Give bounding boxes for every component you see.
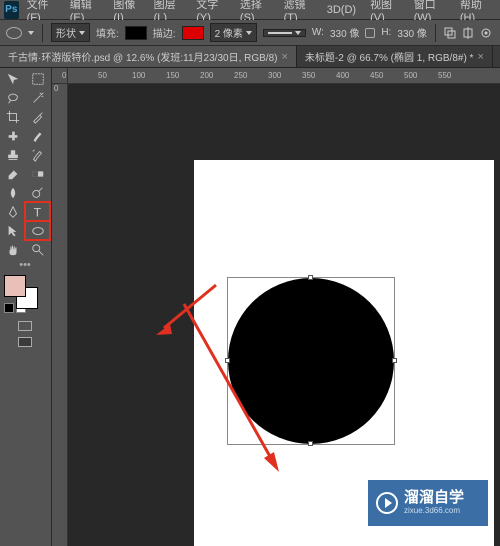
link-icon[interactable] (365, 28, 375, 38)
dodge-tool[interactable] (25, 183, 50, 202)
separator (435, 24, 436, 42)
close-icon[interactable]: × (281, 51, 287, 63)
ruler-tick: 150 (166, 71, 179, 80)
align-icon[interactable] (462, 27, 474, 39)
tool-mode-select[interactable]: 形状 (51, 23, 90, 42)
color-swatches[interactable] (0, 271, 50, 301)
ruler-tick: 450 (370, 71, 383, 80)
line-icon (268, 32, 292, 34)
gradient-tool[interactable] (25, 164, 50, 183)
transform-handle[interactable] (392, 358, 397, 363)
tab-label: 未标题-2 @ 66.7% (椭圆 1, RGB/8#) * (305, 49, 474, 64)
gear-icon[interactable] (480, 27, 492, 39)
transform-handle[interactable] (308, 441, 313, 446)
screen-mode-toggle[interactable] (0, 335, 50, 349)
vertical-ruler[interactable]: 0 (52, 84, 68, 546)
menu-3d[interactable]: 3D(D) (321, 2, 362, 18)
menubar: Ps 文件(F) 编辑(E) 图像(I) 图层(L) 文字(Y) 选择(S) 滤… (0, 0, 500, 20)
ruler-tick: 400 (336, 71, 349, 80)
width-value[interactable]: 330 像 (330, 25, 359, 40)
lasso-tool[interactable] (0, 88, 25, 107)
document-tab[interactable]: 未标题-2 @ 66.7% (椭圆 1, RGB/8#) * × (297, 46, 493, 67)
document-tab[interactable]: 千古情·环游版特价.psd @ 12.6% (发班:11月23/30日, RGB… (0, 46, 297, 67)
ruler-tick: 350 (302, 71, 315, 80)
edit-toolbar[interactable]: ••• (0, 259, 50, 271)
marquee-tool[interactable] (25, 69, 50, 88)
tool-mode-label: 形状 (56, 25, 76, 40)
chevron-down-icon (246, 31, 252, 35)
eyedropper-tool[interactable] (25, 107, 50, 126)
canvas[interactable]: 溜溜自学 zixue.3d66.com (68, 84, 500, 546)
watermark: 溜溜自学 zixue.3d66.com (368, 480, 488, 526)
stamp-tool[interactable] (0, 145, 25, 164)
fill-label: 填充: (96, 25, 119, 40)
ruler-tick: 50 (98, 71, 107, 80)
watermark-title: 溜溜自学 (404, 490, 464, 507)
shape-preset-dropdown-icon[interactable] (28, 31, 34, 35)
crop-tool[interactable] (0, 107, 25, 126)
quickmask-toggle[interactable] (0, 317, 50, 335)
ruler-tick: 500 (404, 71, 417, 80)
svg-text:T: T (33, 205, 41, 219)
fill-swatch[interactable] (125, 26, 147, 40)
pathops-icon[interactable] (444, 27, 456, 39)
play-icon (376, 492, 398, 514)
document-tabs: 千古情·环游版特价.psd @ 12.6% (发班:11月23/30日, RGB… (0, 46, 500, 68)
stroke-width-input[interactable]: 2 像素 (210, 23, 257, 42)
transform-handle[interactable] (308, 275, 313, 280)
height-label: H: (381, 27, 391, 38)
ruler-tick: 300 (268, 71, 281, 80)
stroke-swatch[interactable] (182, 26, 204, 40)
ruler-tick: 200 (200, 71, 213, 80)
brush-tool[interactable] (25, 126, 50, 145)
wand-tool[interactable] (25, 88, 50, 107)
watermark-url: zixue.3d66.com (404, 507, 464, 516)
workspace: T ••• 0 50 100 150 200 (0, 68, 500, 546)
stroke-width-value: 2 像素 (215, 25, 243, 40)
ruler-tick: 0 (62, 71, 66, 80)
foreground-swatch[interactable] (4, 275, 26, 297)
heal-tool[interactable] (0, 126, 25, 145)
stroke-label: 描边: (153, 25, 176, 40)
tab-label: 千古情·环游版特价.psd @ 12.6% (发班:11月23/30日, RGB… (8, 49, 277, 64)
hand-tool[interactable] (0, 240, 25, 259)
eraser-tool[interactable] (0, 164, 25, 183)
width-label: W: (312, 27, 324, 38)
canvas-wrap: 0 50 100 150 200 250 300 350 400 450 500… (52, 68, 500, 546)
ruler-tick: 550 (438, 71, 451, 80)
ellipse-shape[interactable] (228, 278, 394, 444)
toolbox: T ••• (0, 68, 52, 546)
horizontal-ruler[interactable]: 0 50 100 150 200 250 300 350 400 450 500… (52, 68, 500, 84)
app-logo: Ps (4, 1, 19, 19)
chevron-down-icon (295, 31, 301, 35)
stroke-style-select[interactable] (263, 29, 306, 37)
ellipse-tool[interactable] (25, 221, 50, 240)
height-value[interactable]: 330 像 (397, 25, 426, 40)
close-icon[interactable]: × (477, 51, 483, 63)
blur-tool[interactable] (0, 183, 25, 202)
chevron-down-icon (79, 31, 85, 35)
ruler-tick: 0 (54, 84, 58, 93)
history-brush-tool[interactable] (25, 145, 50, 164)
zoom-tool[interactable] (25, 240, 50, 259)
ellipse-icon[interactable] (6, 27, 22, 39)
move-tool[interactable] (0, 69, 25, 88)
pen-tool[interactable] (0, 202, 25, 221)
separator (42, 24, 43, 42)
options-bar: 形状 填充: 描边: 2 像素 W: 330 像 H: 330 像 (0, 20, 500, 46)
type-tool[interactable]: T (25, 202, 50, 221)
transform-handle[interactable] (225, 358, 230, 363)
path-select-tool[interactable] (0, 221, 25, 240)
ruler-tick: 250 (234, 71, 247, 80)
ruler-tick: 100 (132, 71, 145, 80)
